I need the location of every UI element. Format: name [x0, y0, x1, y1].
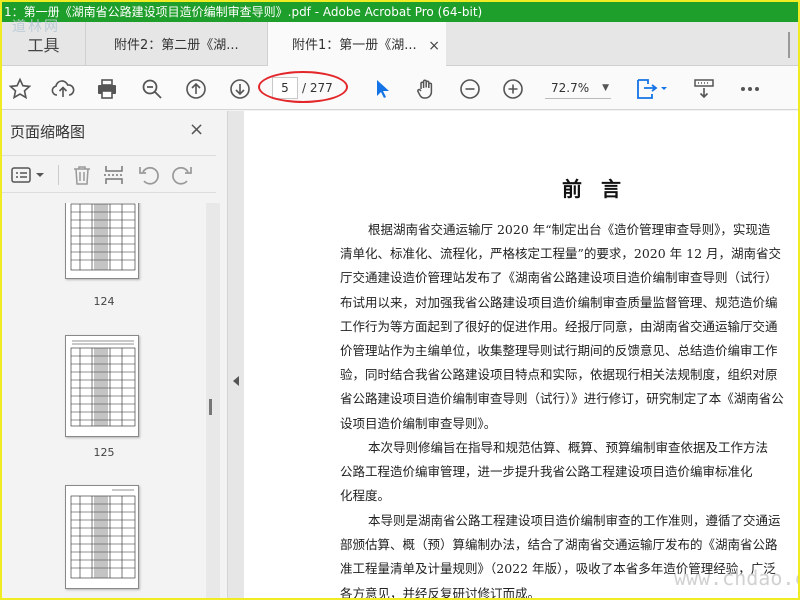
panel-splitter[interactable] — [228, 111, 244, 598]
tab-document-1-label: 附件1：第一册《湖... — [292, 38, 417, 53]
print-icon[interactable] — [93, 75, 121, 103]
fit-page-icon[interactable] — [632, 75, 672, 103]
insert-pages-icon[interactable] — [102, 164, 126, 186]
main-toolbar: 5 / 277 72.7% ▼ — [2, 66, 798, 110]
zoom-out-icon[interactable] — [456, 75, 484, 103]
text-line: 公路工程造价编审管理，进一步提升我省公路工程建设项目造价编审标准化 — [340, 464, 753, 480]
tab-bar: 工具 附件2：第二册《湖... 附件1：第一册《湖... × — [2, 22, 798, 67]
text-line: 设项目造价编制审查导则》。 — [340, 415, 497, 431]
page-thumbnail[interactable] — [65, 335, 139, 437]
upload-cloud-icon[interactable] — [49, 75, 77, 103]
close-icon[interactable]: × — [189, 119, 204, 140]
text-line: 清单化、标准化、流程化，严格核定工程量”的要求，2020 年 12 月，湖南省交 — [340, 246, 782, 262]
star-icon[interactable] — [6, 75, 34, 103]
text-line: 价管理站作为主编单位，收集整理导则试行期间的反馈意见、总结造价编审工作 — [340, 342, 778, 358]
panel-resize-grip[interactable] — [209, 399, 212, 415]
more-icon[interactable] — [736, 75, 764, 103]
page-thumbnail[interactable] — [65, 485, 139, 589]
rotate-left-icon[interactable] — [137, 164, 161, 186]
page-title: 前 言 — [562, 177, 627, 201]
window-title: 1：第一册《湖南省公路建设项目造价编制审查导则》.pdf - Adobe Acr… — [4, 5, 483, 19]
page-up-icon[interactable] — [182, 75, 210, 103]
text-line: 化程度。 — [340, 488, 391, 504]
divider — [58, 165, 59, 185]
zoom-select[interactable]: 72.7% ▼ — [545, 77, 611, 99]
highlight-annotation — [258, 71, 348, 103]
window-title-bar: 1：第一册《湖南省公路建设项目造价编制审查导则》.pdf - Adobe Acr… — [2, 2, 798, 22]
hand-icon[interactable] — [412, 75, 440, 103]
thumbnail-page-label: 124 — [93, 295, 115, 308]
scroll-mode-icon[interactable] — [690, 75, 718, 103]
trash-icon[interactable] — [70, 164, 94, 186]
rotate-right-icon[interactable] — [170, 164, 194, 186]
body-paragraph: 本次导则修编旨在指导和规范估算、概算、预算编制审查依据及工作方法公路工程造价编审… — [340, 436, 798, 509]
thumbnail-list: 124 125 — [2, 203, 206, 598]
tab-close-icon[interactable]: × — [428, 22, 440, 70]
zoom-in-icon[interactable] — [499, 75, 527, 103]
tab-document-2-label: 附件2：第二册《湖... — [114, 38, 239, 53]
search-icon[interactable] — [138, 75, 166, 103]
watermark-logo: 道林网 — [12, 19, 60, 35]
text-line: 部颁估算、概（预）算编制办法，结合了湖南省交通运输厅发布的《湖南省公路 — [340, 537, 778, 553]
text-line: 本次导则修编旨在指导和规范估算、概算、预算编制审查依据及工作方法 — [368, 440, 769, 455]
page-down-icon[interactable] — [226, 75, 254, 103]
document-view[interactable]: 前 言 根据湖南省交通运输厅 2020 年“制定出台《造价管理审查导则》，实现造… — [244, 111, 798, 598]
panel-title: 页面缩略图 — [10, 123, 86, 141]
text-line: 本导则是湖南省公路工程建设项目造价编制审查的工作准则，遵循了交通运 — [368, 513, 781, 528]
tab-tools-label: 工具 — [27, 36, 60, 55]
site-watermark: www.chdao.com — [674, 566, 798, 590]
text-line: 省公路建设项目造价编制审查导则（试行）》进行修订，研究制定了本《湖南省公 — [340, 391, 784, 407]
options-menu-icon[interactable] — [10, 164, 46, 186]
text-line: 验，同时结合我省公路建设项目特点和实际，依据现行相关法规制度，组织对原 — [340, 367, 778, 383]
page-thumbnail[interactable] — [65, 203, 139, 279]
chevron-down-icon: ▼ — [602, 83, 609, 93]
text-line: 工作行为等方面起到了很好的促进作用。经报厅同意，由湖南省交通运输厅交通 — [340, 318, 778, 334]
body-paragraph: 根据湖南省交通运输厅 2020 年“制定出台《造价管理审查导则》，实现造清单化、… — [340, 218, 798, 436]
thumbnail-page-label: 125 — [93, 446, 115, 459]
collapse-panel-icon[interactable] — [233, 376, 239, 386]
select-arrow-icon[interactable] — [368, 75, 396, 103]
text-line: 布试用以来，对加强我省公路建设项目造价编制审查质量监督管理、规范造价编 — [340, 294, 778, 310]
page-thumbnails-panel: 页面缩略图 × 124 125 — [2, 111, 228, 598]
zoom-value: 72.7% — [551, 81, 590, 95]
panel-toolbar — [2, 155, 216, 193]
thumbnail-page-label: 126 — [2, 597, 206, 598]
tab-document-1[interactable]: 附件1：第一册《湖... × — [268, 22, 446, 67]
tab-document-2[interactable]: 附件2：第二册《湖... — [86, 22, 268, 66]
text-line: 根据湖南省交通运输厅 2020 年“制定出台《造价管理审查导则》，实现造 — [368, 222, 771, 237]
acrobat-window: 1：第一册《湖南省公路建设项目造价编制审查导则》.pdf - Adobe Acr… — [2, 2, 798, 598]
text-line: 厅交通建设造价管理站发布了《湖南省公路建设项目造价编制审查导则（试行） — [340, 270, 778, 286]
tabbar-divider — [788, 32, 790, 58]
